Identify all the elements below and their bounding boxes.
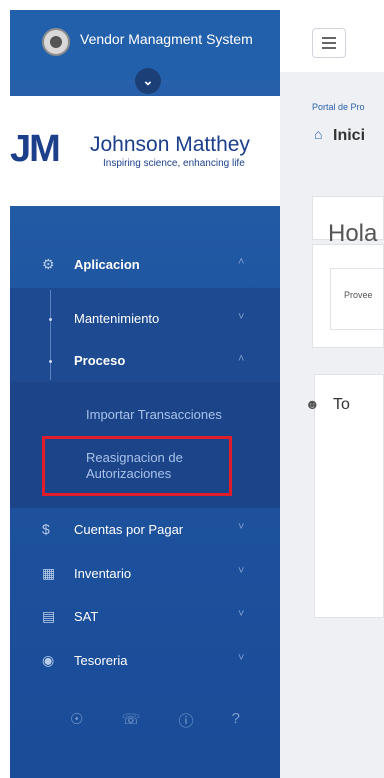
top-bar	[280, 10, 384, 72]
hand-coin-icon: $	[42, 521, 50, 537]
help-icon[interactable]: ?	[232, 710, 240, 731]
brand-title: Vendor Managment System	[80, 31, 253, 47]
hamburger-icon-bar	[322, 42, 336, 44]
hamburger-icon	[322, 37, 336, 39]
chevron-down-icon: ˅	[238, 521, 245, 533]
sidebar-item-label: Cuentas por Pagar	[74, 522, 184, 537]
chevron-up-icon: ˄	[238, 256, 245, 268]
document-icon: ▤	[42, 608, 56, 624]
chevron-down-icon: ˅	[238, 652, 245, 664]
sidebar-item-label: Inventario	[74, 566, 132, 581]
logo-company-name: Johnson Matthey	[90, 133, 250, 156]
menu-toggle-button[interactable]	[312, 28, 346, 58]
chevron-down-icon: ˅	[238, 608, 245, 620]
page-title: Inici	[333, 127, 366, 144]
phone-icon[interactable]: ☏	[122, 710, 141, 731]
sidebar-item-label: Mantenimiento	[74, 311, 160, 326]
sidebar-item-importar-transacciones[interactable]: Importar Transacciones	[86, 407, 222, 423]
summary-title-text: To	[333, 396, 350, 413]
breadcrumb[interactable]: Portal de Pro	[312, 102, 365, 112]
coins-icon: ◉	[42, 652, 55, 668]
provider-label: Provee	[344, 290, 373, 300]
apps-icon: ⚙	[42, 256, 55, 272]
hamburger-icon-bar	[322, 47, 336, 49]
warehouse-icon: ▦	[42, 565, 56, 581]
chevron-down-icon: ˅	[238, 311, 245, 323]
tree-line	[50, 290, 51, 380]
bullet-icon	[49, 318, 52, 321]
chevron-down-icon: ˅	[238, 565, 245, 577]
sidebar-item-label: Aplicacion	[74, 257, 140, 272]
chevron-up-icon: ˄	[238, 353, 245, 365]
summary-title: ☻ To	[305, 396, 350, 414]
sidebar-toggle-button[interactable]: ⌄	[135, 68, 161, 94]
sidebar-footer: ☉ ☏ ⓘ ?	[70, 710, 240, 731]
logo-mark: JM	[10, 128, 61, 170]
sidebar-item-label: Proceso	[74, 353, 126, 368]
sidebar-item-label: Tesoreria	[74, 653, 128, 668]
brand-logo	[42, 28, 70, 56]
bullet-icon	[49, 360, 52, 363]
users-icon: ☻	[305, 396, 320, 412]
chevron-down-icon: ⌄	[142, 73, 154, 88]
globe-icon[interactable]: ☉	[70, 710, 83, 731]
sidebar: Vendor Managment System ⌄ JM Johnson Mat…	[10, 10, 280, 778]
highlight-box	[42, 436, 232, 496]
home-icon: ⌂	[314, 126, 323, 142]
logo-tagline: Inspiring science, enhancing life	[103, 158, 245, 169]
sidebar-item-label: SAT	[74, 609, 99, 624]
company-logo: JM Johnson Matthey Inspiring science, en…	[10, 96, 280, 206]
info-icon[interactable]: ⓘ	[179, 710, 194, 731]
